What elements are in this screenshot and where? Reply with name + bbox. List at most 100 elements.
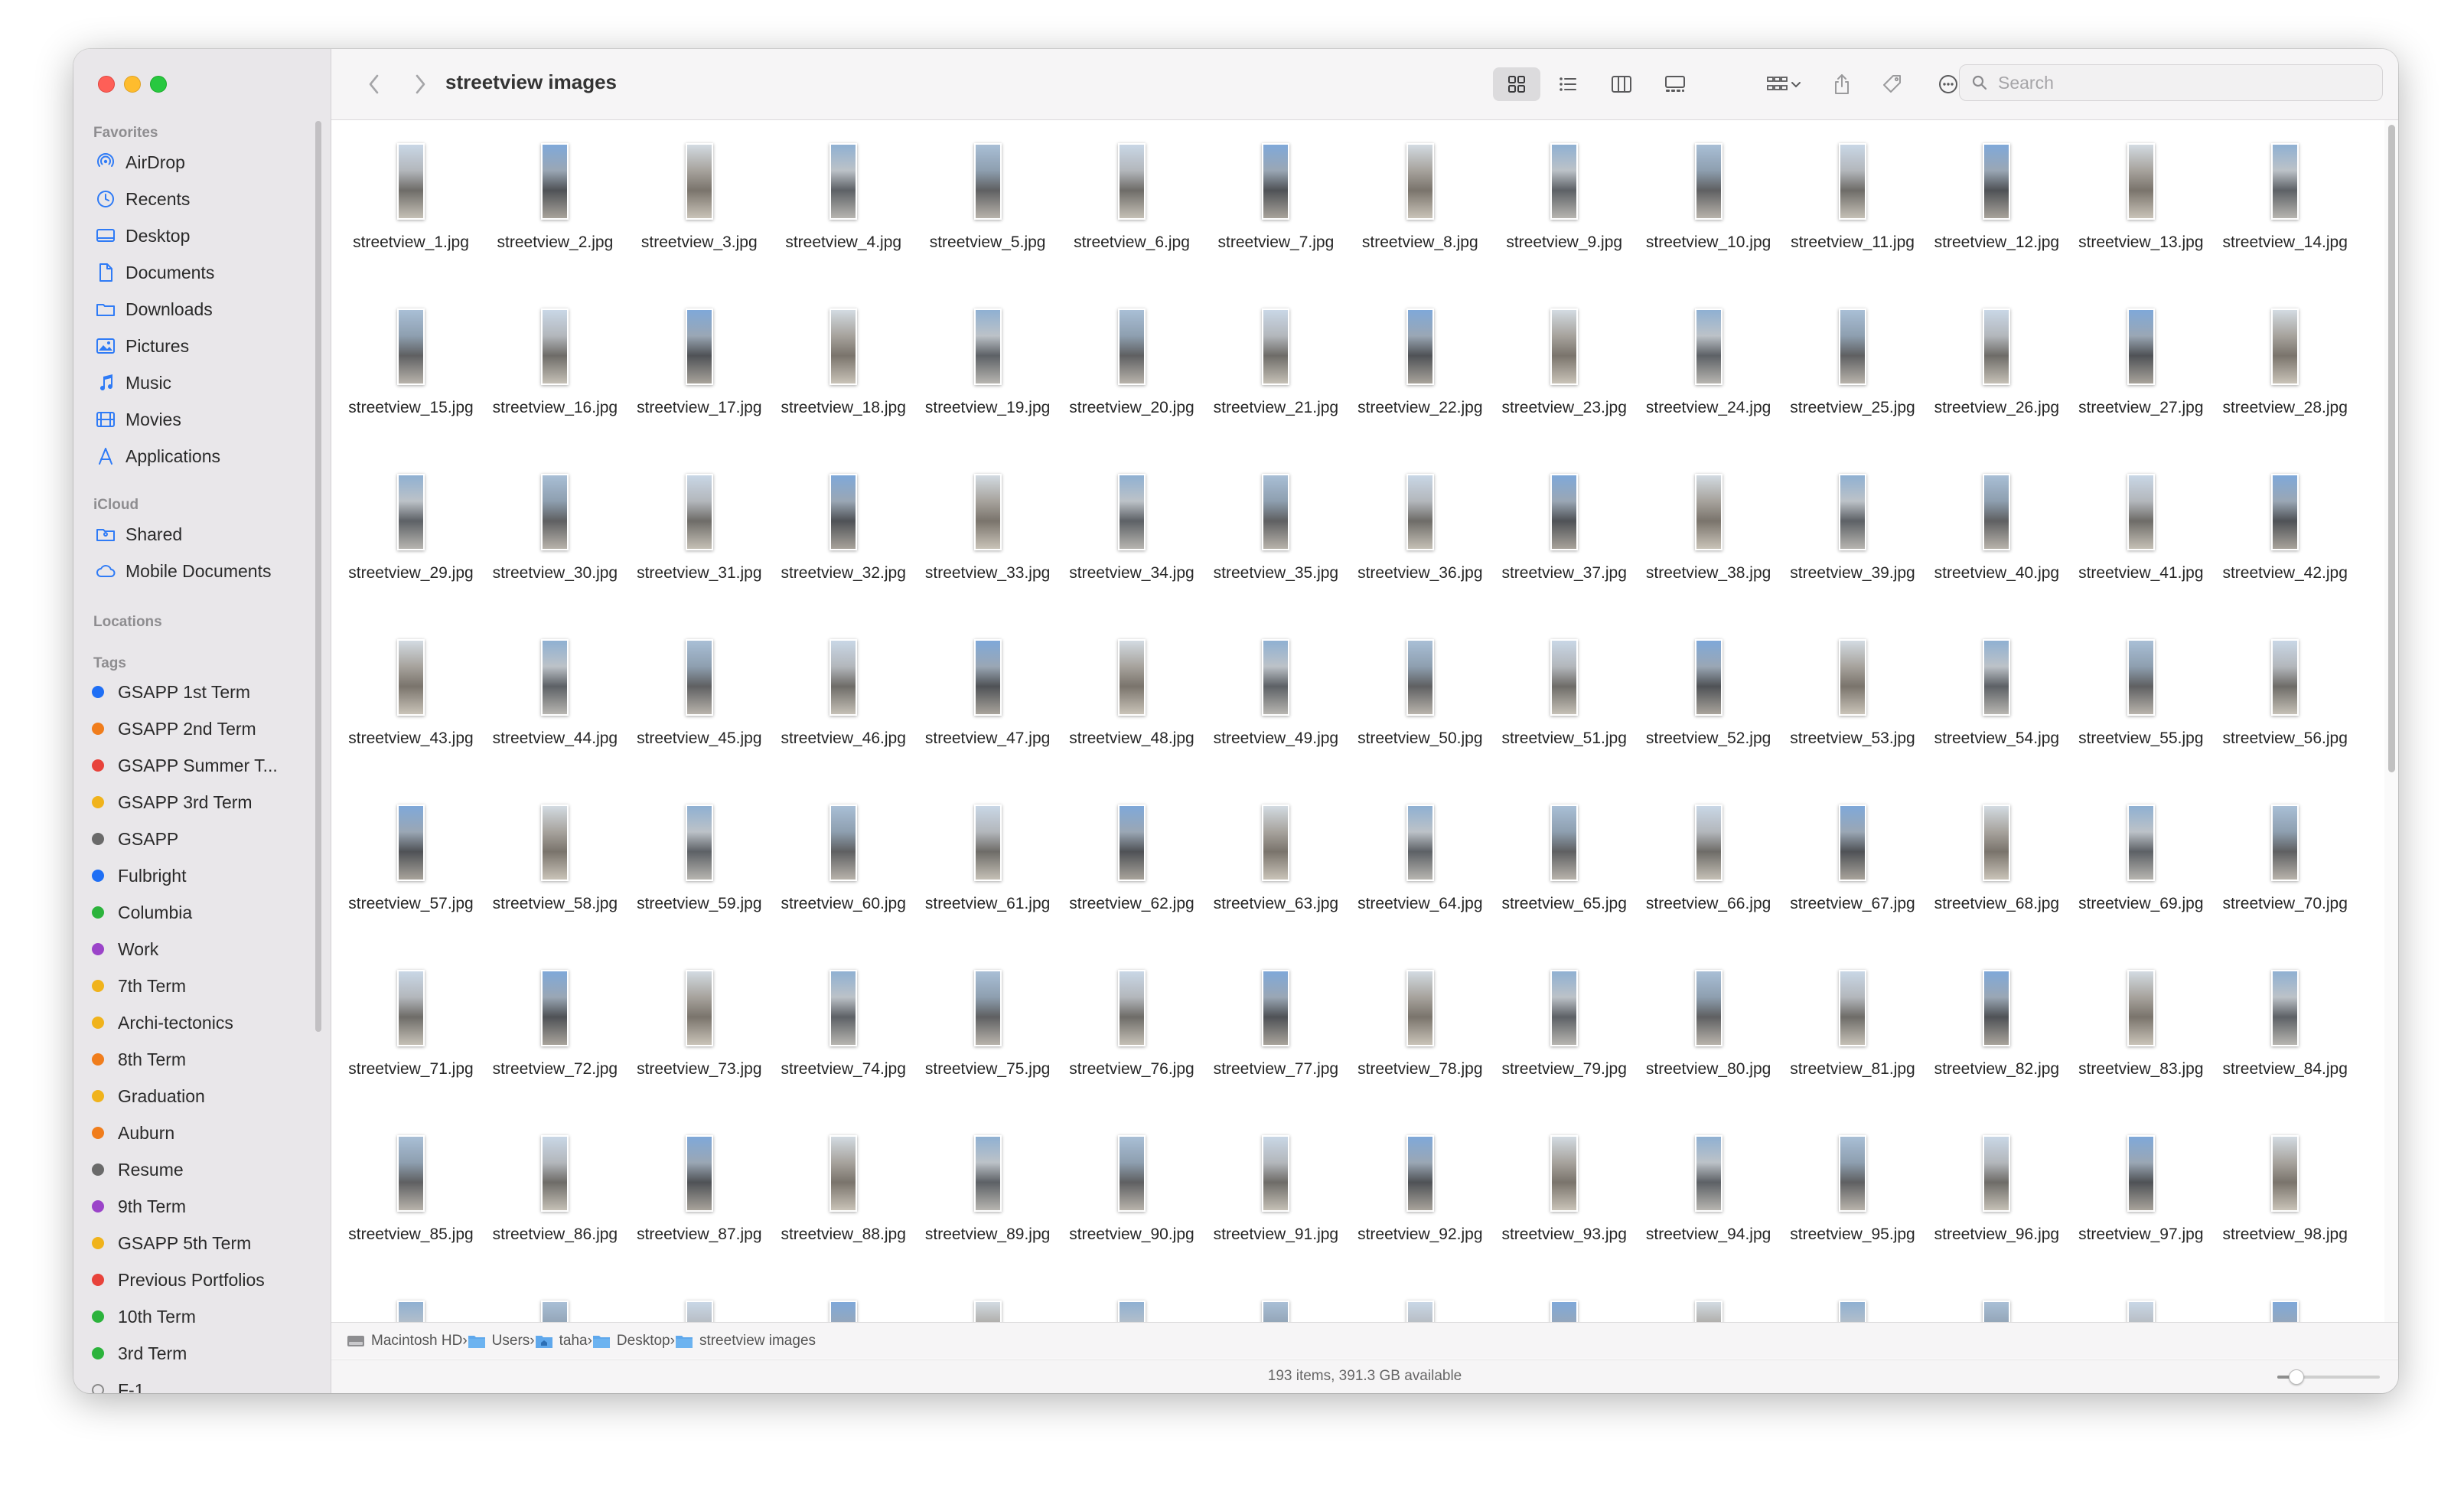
sidebar-tag-item[interactable]: F-1 <box>84 1375 145 1393</box>
column-view-button[interactable] <box>1600 67 1643 101</box>
file-item[interactable]: streetview_30.jpg <box>483 451 627 616</box>
icon-size-slider[interactable] <box>2277 1369 2380 1385</box>
file-item[interactable]: streetview_82.jpg <box>1925 947 2068 1112</box>
file-item[interactable]: streetview_59.jpg <box>627 782 771 947</box>
file-item[interactable]: streetview_37.jpg <box>1492 451 1636 616</box>
file-item[interactable]: streetview_86.jpg <box>483 1112 627 1278</box>
file-item[interactable]: streetview_65.jpg <box>1492 782 1636 947</box>
file-item[interactable]: streetview_89.jpg <box>916 1112 1060 1278</box>
sidebar-tag-item[interactable]: GSAPP 1st Term <box>84 677 250 707</box>
sidebar-tag-item[interactable]: 10th Term <box>84 1301 196 1332</box>
file-item[interactable]: streetview_93.jpg <box>1492 1112 1636 1278</box>
file-item[interactable]: streetview_16.jpg <box>483 286 627 451</box>
sidebar-item-shared[interactable]: Shared <box>93 519 182 550</box>
file-item[interactable]: streetview_31.jpg <box>627 451 771 616</box>
sidebar-tag-item[interactable]: GSAPP 2nd Term <box>84 713 256 744</box>
file-item[interactable]: streetview_20.jpg <box>1060 286 1204 451</box>
file-item[interactable]: streetview_84.jpg <box>2213 947 2357 1112</box>
file-item[interactable]: streetview_78.jpg <box>1348 947 1492 1112</box>
file-item[interactable]: streetview_64.jpg <box>1348 782 1492 947</box>
path-crumb[interactable]: Macintosh HD <box>347 1333 462 1350</box>
file-item[interactable]: streetview_56.jpg <box>2213 616 2357 782</box>
file-item[interactable]: streetview_51.jpg <box>1492 616 1636 782</box>
file-item[interactable] <box>483 1278 627 1322</box>
file-item[interactable]: streetview_58.jpg <box>483 782 627 947</box>
file-item[interactable]: streetview_54.jpg <box>1925 616 2068 782</box>
file-item[interactable]: streetview_80.jpg <box>1637 947 1781 1112</box>
file-item[interactable]: streetview_19.jpg <box>916 286 1060 451</box>
sidebar-tag-item[interactable]: Work <box>84 934 158 964</box>
file-item[interactable]: streetview_42.jpg <box>2213 451 2357 616</box>
file-item[interactable]: streetview_39.jpg <box>1781 451 1925 616</box>
file-item[interactable]: streetview_83.jpg <box>2069 947 2213 1112</box>
sidebar-item-pictures[interactable]: Pictures <box>93 331 189 361</box>
sidebar-tag-item[interactable]: Columbia <box>84 897 192 928</box>
file-item[interactable]: streetview_14.jpg <box>2213 120 2357 286</box>
file-item[interactable] <box>771 1278 915 1322</box>
sidebar-tag-item[interactable]: Resume <box>84 1154 184 1185</box>
file-item[interactable]: streetview_48.jpg <box>1060 616 1204 782</box>
file-item[interactable]: streetview_62.jpg <box>1060 782 1204 947</box>
file-item[interactable] <box>2069 1278 2213 1322</box>
file-item[interactable]: streetview_57.jpg <box>339 782 483 947</box>
file-item[interactable]: streetview_13.jpg <box>2069 120 2213 286</box>
file-item[interactable]: streetview_60.jpg <box>771 782 915 947</box>
file-item[interactable]: streetview_24.jpg <box>1637 286 1781 451</box>
file-item[interactable]: streetview_97.jpg <box>2069 1112 2213 1278</box>
file-item[interactable]: streetview_10.jpg <box>1637 120 1781 286</box>
gallery-view-button[interactable] <box>1654 67 1696 101</box>
file-item[interactable]: streetview_81.jpg <box>1781 947 1925 1112</box>
file-item[interactable]: streetview_12.jpg <box>1925 120 2068 286</box>
sidebar-tag-item[interactable]: Graduation <box>84 1081 205 1111</box>
file-item[interactable]: streetview_94.jpg <box>1637 1112 1781 1278</box>
file-item[interactable] <box>916 1278 1060 1322</box>
path-crumb[interactable]: streetview images <box>675 1333 816 1350</box>
sidebar-item-desktop[interactable]: Desktop <box>93 220 190 251</box>
file-item[interactable]: streetview_29.jpg <box>339 451 483 616</box>
file-item[interactable]: streetview_28.jpg <box>2213 286 2357 451</box>
file-item[interactable] <box>1348 1278 1492 1322</box>
path-crumb[interactable]: Users <box>468 1333 530 1350</box>
file-item[interactable]: streetview_76.jpg <box>1060 947 1204 1112</box>
back-button[interactable] <box>360 69 388 100</box>
file-item[interactable]: streetview_21.jpg <box>1204 286 1348 451</box>
zoom-window-button[interactable] <box>150 76 167 93</box>
file-item[interactable]: streetview_32.jpg <box>771 451 915 616</box>
sidebar-tag-item[interactable]: 7th Term <box>84 971 186 1001</box>
file-item[interactable]: streetview_25.jpg <box>1781 286 1925 451</box>
slider-knob[interactable] <box>2288 1369 2304 1385</box>
file-item[interactable] <box>2213 1278 2357 1322</box>
file-item[interactable]: streetview_75.jpg <box>916 947 1060 1112</box>
file-item[interactable]: streetview_67.jpg <box>1781 782 1925 947</box>
file-item[interactable]: streetview_45.jpg <box>627 616 771 782</box>
file-item[interactable]: streetview_7.jpg <box>1204 120 1348 286</box>
file-item[interactable]: streetview_71.jpg <box>339 947 483 1112</box>
sidebar-scrollbar[interactable] <box>315 121 321 1032</box>
path-crumb[interactable]: taha <box>535 1333 588 1350</box>
file-item[interactable]: streetview_1.jpg <box>339 120 483 286</box>
file-item[interactable]: streetview_18.jpg <box>771 286 915 451</box>
sidebar-item-documents[interactable]: Documents <box>93 257 214 288</box>
file-item[interactable]: streetview_4.jpg <box>771 120 915 286</box>
file-item[interactable]: streetview_40.jpg <box>1925 451 2068 616</box>
file-item[interactable]: streetview_8.jpg <box>1348 120 1492 286</box>
file-item[interactable]: streetview_41.jpg <box>2069 451 2213 616</box>
file-item[interactable]: streetview_17.jpg <box>627 286 771 451</box>
group-by-button[interactable] <box>1755 67 1813 101</box>
minimize-window-button[interactable] <box>124 76 141 93</box>
file-item[interactable]: streetview_85.jpg <box>339 1112 483 1278</box>
content-scroll-thumb[interactable] <box>2388 125 2395 772</box>
file-item[interactable]: streetview_11.jpg <box>1781 120 1925 286</box>
file-item[interactable] <box>1925 1278 2068 1322</box>
sidebar-item-downloads[interactable]: Downloads <box>93 294 213 325</box>
sidebar-tag-item[interactable]: Auburn <box>84 1118 174 1148</box>
file-item[interactable]: streetview_44.jpg <box>483 616 627 782</box>
file-item[interactable]: streetview_49.jpg <box>1204 616 1348 782</box>
file-item[interactable]: streetview_46.jpg <box>771 616 915 782</box>
sidebar-tag-item[interactable]: Archi-tectonics <box>84 1007 233 1038</box>
file-item[interactable]: streetview_92.jpg <box>1348 1112 1492 1278</box>
close-window-button[interactable] <box>98 76 115 93</box>
file-item[interactable]: streetview_91.jpg <box>1204 1112 1348 1278</box>
file-item[interactable] <box>1060 1278 1204 1322</box>
file-item[interactable]: streetview_27.jpg <box>2069 286 2213 451</box>
